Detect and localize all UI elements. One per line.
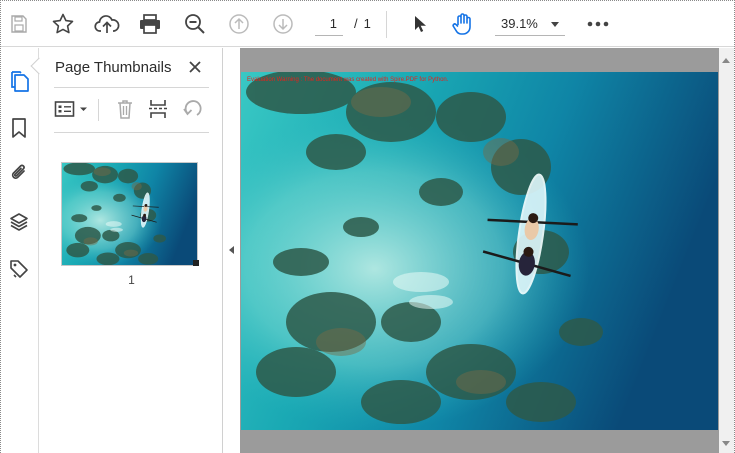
- bookmark-icon[interactable]: [4, 113, 34, 143]
- pdf-page: Evaluation Warning : The document was cr…: [241, 72, 718, 430]
- page-thumbnails-panel: Page Thumbnails 1: [30, 48, 223, 453]
- delete-page-icon[interactable]: [112, 96, 138, 122]
- collapse-arrow-icon: [229, 246, 234, 254]
- page-down-icon[interactable]: [268, 9, 298, 39]
- scroll-down-icon[interactable]: [722, 441, 730, 446]
- thumbnail-options-menu[interactable]: [54, 96, 90, 122]
- left-navigation-rail: [1, 48, 39, 453]
- top-toolbar: 1 /1 39.1%: [1, 1, 734, 47]
- select-cursor-icon[interactable]: [405, 9, 435, 39]
- page-separator: /: [354, 16, 358, 31]
- thumbnail-resize-handle[interactable]: [193, 260, 199, 266]
- panel-tools-divider: [98, 99, 99, 121]
- panel-divider: [54, 87, 209, 88]
- toolbar-divider: [386, 11, 387, 38]
- current-page-input[interactable]: 1: [315, 12, 343, 36]
- scroll-up-icon[interactable]: [722, 58, 730, 63]
- zoom-value: 39.1%: [501, 16, 538, 31]
- evaluation-watermark: Evaluation Warning : The document was cr…: [247, 77, 449, 83]
- zoom-dropdown[interactable]: 39.1%: [495, 12, 565, 36]
- document-view[interactable]: Evaluation Warning : The document was cr…: [240, 48, 719, 453]
- aerial-sea-kayak-image: [241, 72, 718, 430]
- star-icon[interactable]: [48, 9, 78, 39]
- cloud-upload-icon[interactable]: [92, 9, 122, 39]
- thumbnail-page-number: 1: [128, 273, 135, 287]
- print-icon[interactable]: [135, 9, 165, 39]
- panel-collapse-handle[interactable]: [223, 48, 240, 453]
- save-icon[interactable]: [4, 9, 34, 39]
- vertical-scrollbar[interactable]: [719, 48, 734, 453]
- attachment-icon[interactable]: [4, 158, 34, 188]
- page-thumbnails-icon[interactable]: [4, 66, 34, 96]
- page-up-icon[interactable]: [224, 9, 254, 39]
- rotate-page-icon[interactable]: [179, 96, 205, 122]
- close-icon[interactable]: [185, 57, 205, 77]
- panel-divider-2: [54, 132, 209, 133]
- insert-page-icon[interactable]: [144, 96, 172, 122]
- page-count: /1: [348, 16, 371, 31]
- more-icon[interactable]: [583, 9, 613, 39]
- hand-icon[interactable]: [448, 9, 478, 39]
- total-pages: 1: [363, 16, 371, 31]
- chevron-down-icon: [551, 22, 559, 27]
- layers-icon[interactable]: [4, 207, 34, 237]
- zoom-out-icon[interactable]: [180, 9, 210, 39]
- page-thumbnail[interactable]: [61, 162, 198, 266]
- tags-icon[interactable]: [4, 254, 34, 284]
- panel-title: Page Thumbnails: [55, 59, 172, 76]
